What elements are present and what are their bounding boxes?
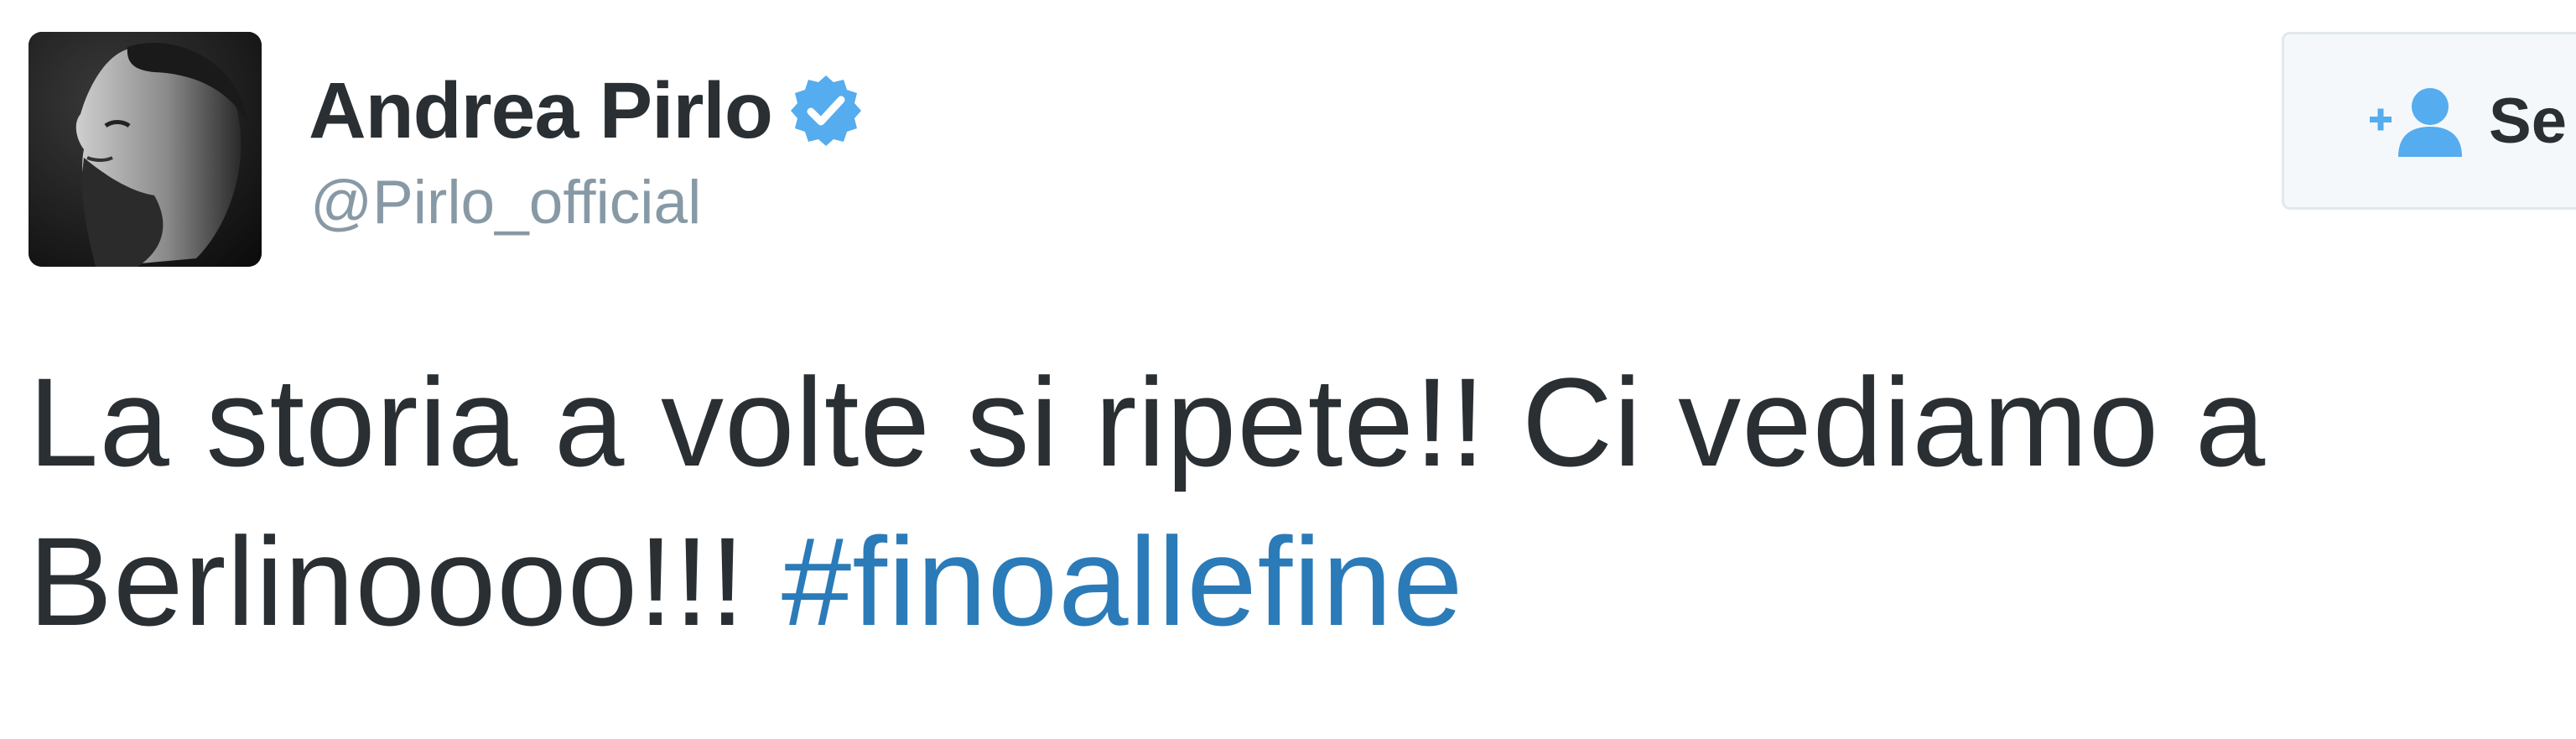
author-handle[interactable]: @Pirlo_official [310, 172, 701, 233]
tweet-text-line-1: La storia a volte si ripete!! Ci vediamo… [29, 351, 2267, 492]
hashtag-link[interactable]: #finoallefine [782, 511, 1464, 652]
follow-button-label: Se [2489, 85, 2567, 157]
avatar-image [29, 32, 262, 267]
add-user-icon [2370, 83, 2470, 159]
verified-badge-icon [787, 72, 865, 149]
author-avatar[interactable] [29, 32, 262, 267]
author-name-row: Andrea Pirlo [309, 60, 865, 161]
tweet-text-line-2: Berlinoooo!!! #finoallefine [29, 502, 2544, 661]
author-name[interactable]: Andrea Pirlo [309, 70, 773, 151]
tweet-text: La storia a volte si ripete!! Ci vediamo… [29, 342, 2544, 661]
tweet-text-line-2-prefix: Berlinoooo!!! [29, 511, 782, 652]
follow-button[interactable]: Se [2282, 32, 2576, 210]
